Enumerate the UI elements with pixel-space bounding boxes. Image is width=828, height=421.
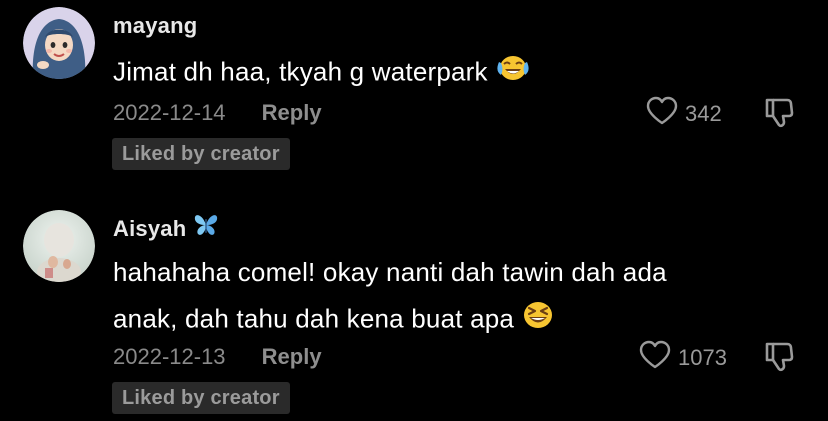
liked-by-creator-badge: Liked by creator [112,382,290,414]
heart-icon [638,340,672,376]
avatar[interactable] [23,7,95,79]
thumbs-down-icon [762,342,796,378]
comment-username[interactable]: mayang [113,13,197,39]
grinning-squint-emoji-icon [522,300,554,337]
dislike-button[interactable] [762,96,796,130]
laughing-tears-emoji-icon [496,53,530,90]
username-text: Aisyah [113,215,187,241]
comment-text-line: hahahaha comel! okay nanti dah tawin dah… [113,257,667,287]
comment-meta: 2022-12-14 Reply [113,100,322,126]
comment-text: Jimat dh haa, tkyah g waterpark [113,55,530,92]
like-count: 342 [685,101,722,126]
reply-button[interactable]: Reply [262,344,322,369]
comment-item: mayang Jimat dh haa, tkyah g waterpark 2… [0,0,828,190]
comment-item: Aisyah hahahaha comel! okay nanti dah ta… [0,200,828,421]
liked-by-creator-badge: Liked by creator [112,138,290,170]
comment-date: 2022-12-14 [113,100,226,125]
dislike-button[interactable] [762,340,796,374]
comment-text-line: Jimat dh haa, tkyah g waterpark [113,56,488,87]
avatar[interactable] [23,210,95,282]
comment-date: 2022-12-13 [113,344,226,369]
like-button[interactable]: 342 [645,96,722,132]
comment-text-line: anak, dah tahu dah kena buat apa [113,303,515,334]
thumbs-down-icon [762,98,796,134]
comment-meta: 2022-12-13 Reply [113,344,322,370]
heart-icon [645,96,679,132]
comment-text: anak, dah tahu dah kena buat apa [113,302,554,339]
comment-username[interactable]: Aisyah [113,215,219,245]
like-count: 1073 [678,345,727,370]
reply-button[interactable]: Reply [262,100,322,125]
like-button[interactable]: 1073 [638,340,727,376]
butterfly-icon [193,213,219,243]
